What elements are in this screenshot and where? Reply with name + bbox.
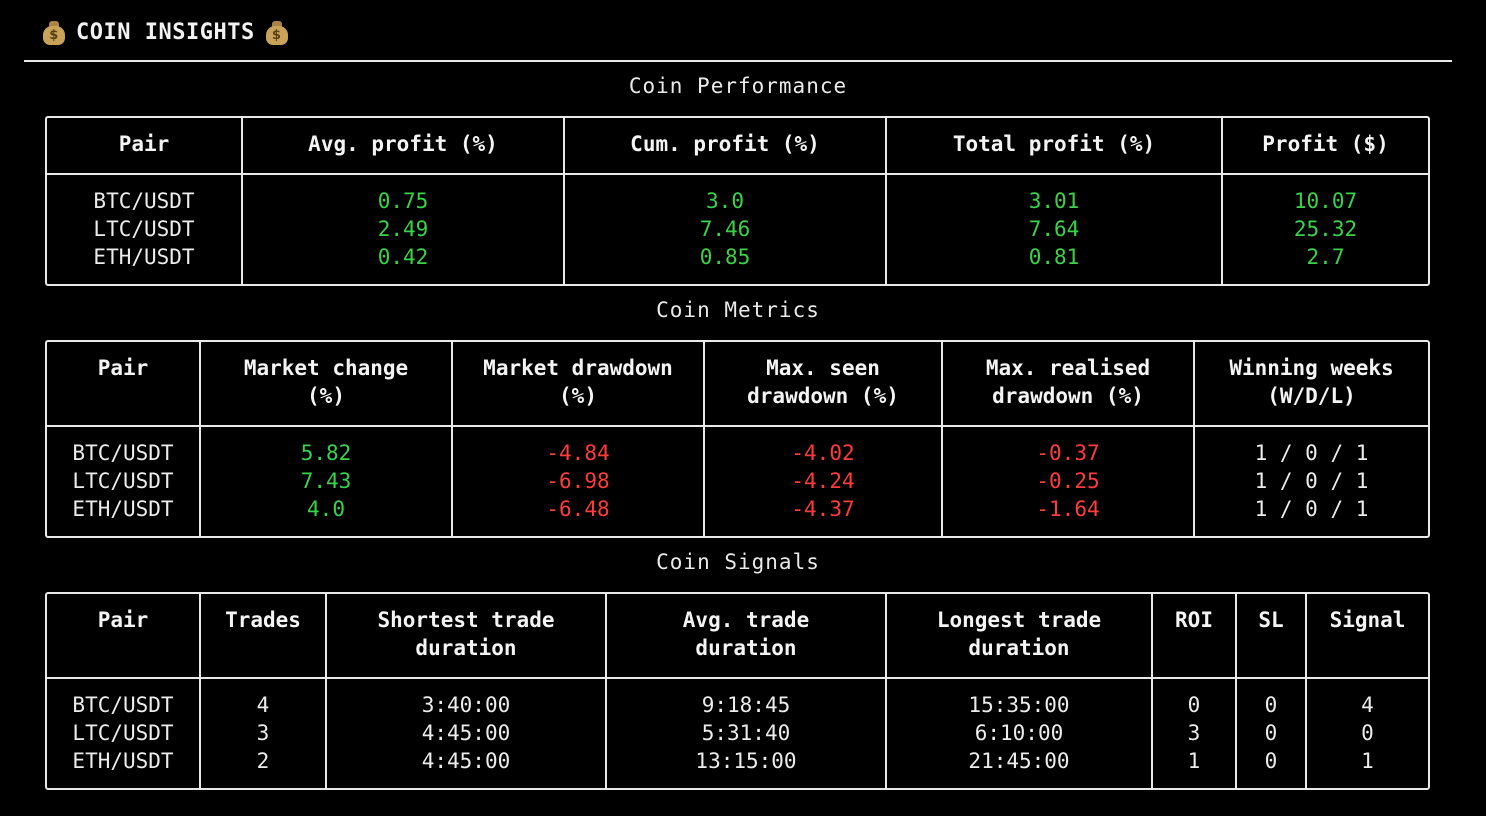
- value-cell: -6.98: [452, 467, 705, 495]
- value-cell: 0.81: [886, 243, 1223, 284]
- value-cell: 2.49: [242, 215, 565, 243]
- table-row: BTC/USDT 4 3:40:00 9:18:45 15:35:00 0 0 …: [47, 678, 1428, 719]
- column-header: Cum. profit (%): [564, 118, 887, 175]
- value-cell: 0.85: [564, 243, 887, 284]
- column-header: Trades: [200, 594, 327, 679]
- app-title-group: $ COIN INSIGHTS $: [42, 19, 289, 45]
- pair-cell: ETH/USDT: [47, 243, 243, 284]
- value-cell: -0.25: [942, 467, 1195, 495]
- column-header: SL: [1236, 594, 1307, 679]
- value-cell: 13:15:00: [606, 747, 887, 788]
- value-cell: 15:35:00: [886, 678, 1153, 719]
- value-cell: 4: [200, 678, 327, 719]
- value-cell: -4.84: [452, 426, 705, 467]
- value-cell: 1 / 0 / 1: [1254, 441, 1369, 465]
- value-cell: 25.32: [1293, 217, 1358, 241]
- value-cell: 9:18:45: [606, 678, 887, 719]
- column-header: Max. seen drawdown (%): [704, 342, 943, 427]
- table-row: LTC/USDT 2.49 7.46 7.64 25.32: [47, 215, 1428, 243]
- column-header: Pair: [47, 118, 243, 175]
- money-bag-icon: $: [265, 19, 289, 45]
- value-cell: 0: [1236, 678, 1307, 719]
- app-title: COIN INSIGHTS: [76, 19, 255, 45]
- value-cell: 0: [1152, 678, 1237, 719]
- value-cell: -4.24: [704, 467, 943, 495]
- signals-title: Coin Signals: [656, 550, 820, 574]
- value-cell: 4: [1361, 693, 1374, 717]
- pair-cell: BTC/USDT: [47, 426, 201, 467]
- value-cell: 1 / 0 / 1: [1254, 497, 1369, 521]
- value-cell: 1: [1361, 749, 1374, 773]
- column-header: Max. realised drawdown (%): [942, 342, 1195, 427]
- value-cell: -0.37: [942, 426, 1195, 467]
- value-cell: 1: [1152, 747, 1237, 788]
- value-cell: 3:40:00: [326, 678, 607, 719]
- value-cell: 5:31:40: [606, 719, 887, 747]
- column-header: Total profit (%): [886, 118, 1223, 175]
- column-header: Market drawdown (%): [452, 342, 705, 427]
- column-header: Pair: [47, 594, 201, 679]
- table-row: ETH/USDT 4.0 -6.48 -4.37 -1.64 1 / 0 / 1: [47, 495, 1428, 536]
- pair-cell: BTC/USDT: [47, 174, 243, 215]
- column-header: ROI: [1152, 594, 1237, 679]
- column-header: Longest trade duration: [886, 594, 1153, 679]
- column-header: Winning weeks (W/D/L): [1194, 342, 1428, 427]
- value-cell: 10.07: [1293, 189, 1358, 213]
- value-cell: 21:45:00: [886, 747, 1153, 788]
- money-bag-icon: $: [42, 19, 66, 45]
- table-header-row: Pair Trades Shortest trade duration Avg.…: [47, 594, 1428, 679]
- table-row: LTC/USDT 3 4:45:00 5:31:40 6:10:00 3 0 0: [47, 719, 1428, 747]
- value-cell: 0: [1236, 747, 1307, 788]
- value-cell: 4.0: [200, 495, 453, 536]
- signals-table: Pair Trades Shortest trade duration Avg.…: [45, 592, 1430, 790]
- column-header: Market change (%): [200, 342, 453, 427]
- value-cell: 7.46: [564, 215, 887, 243]
- performance-table: Pair Avg. profit (%) Cum. profit (%) Tot…: [45, 116, 1430, 286]
- metrics-title: Coin Metrics: [656, 298, 820, 322]
- pair-cell: BTC/USDT: [47, 678, 201, 719]
- value-cell: 3.0: [564, 174, 887, 215]
- value-cell: 0.42: [242, 243, 565, 284]
- value-cell: 7.43: [200, 467, 453, 495]
- pair-cell: LTC/USDT: [47, 215, 243, 243]
- value-cell: -4.02: [704, 426, 943, 467]
- value-cell: 2: [200, 747, 327, 788]
- pair-cell: ETH/USDT: [47, 495, 201, 536]
- value-cell: 0: [1236, 719, 1307, 747]
- column-header: Profit ($): [1222, 118, 1428, 175]
- table-row: BTC/USDT 5.82 -4.84 -4.02 -0.37 1 / 0 / …: [47, 426, 1428, 467]
- value-cell: 4:45:00: [326, 747, 607, 788]
- column-header: Shortest trade duration: [326, 594, 607, 679]
- value-cell: 3: [200, 719, 327, 747]
- column-header: Signal: [1306, 594, 1428, 679]
- table-header-row: Pair Avg. profit (%) Cum. profit (%) Tot…: [47, 118, 1428, 175]
- value-cell: -4.37: [704, 495, 943, 536]
- value-cell: 6:10:00: [886, 719, 1153, 747]
- table-row: ETH/USDT 0.42 0.85 0.81 2.7: [47, 243, 1428, 284]
- metrics-table: Pair Market change (%) Market drawdown (…: [45, 340, 1430, 538]
- column-header: Avg. profit (%): [242, 118, 565, 175]
- table-row: BTC/USDT 0.75 3.0 3.01 10.07: [47, 174, 1428, 215]
- column-header: Avg. trade duration: [606, 594, 887, 679]
- table-row: LTC/USDT 7.43 -6.98 -4.24 -0.25 1 / 0 / …: [47, 467, 1428, 495]
- pair-cell: ETH/USDT: [47, 747, 201, 788]
- performance-title: Coin Performance: [628, 74, 848, 98]
- table-header-row: Pair Market change (%) Market drawdown (…: [47, 342, 1428, 427]
- value-cell: -6.48: [452, 495, 705, 536]
- value-cell: -1.64: [942, 495, 1195, 536]
- value-cell: 3.01: [886, 174, 1223, 215]
- pair-cell: LTC/USDT: [47, 467, 201, 495]
- column-header: Pair: [47, 342, 201, 427]
- value-cell: 7.64: [886, 215, 1223, 243]
- value-cell: 2.7: [1306, 245, 1345, 269]
- value-cell: 0: [1361, 721, 1374, 745]
- value-cell: 4:45:00: [326, 719, 607, 747]
- value-cell: 3: [1152, 719, 1237, 747]
- app-header: $ COIN INSIGHTS $: [24, 0, 1452, 62]
- value-cell: 1 / 0 / 1: [1254, 469, 1369, 493]
- value-cell: 5.82: [200, 426, 453, 467]
- table-row: ETH/USDT 2 4:45:00 13:15:00 21:45:00 1 0…: [47, 747, 1428, 788]
- value-cell: 0.75: [242, 174, 565, 215]
- pair-cell: LTC/USDT: [47, 719, 201, 747]
